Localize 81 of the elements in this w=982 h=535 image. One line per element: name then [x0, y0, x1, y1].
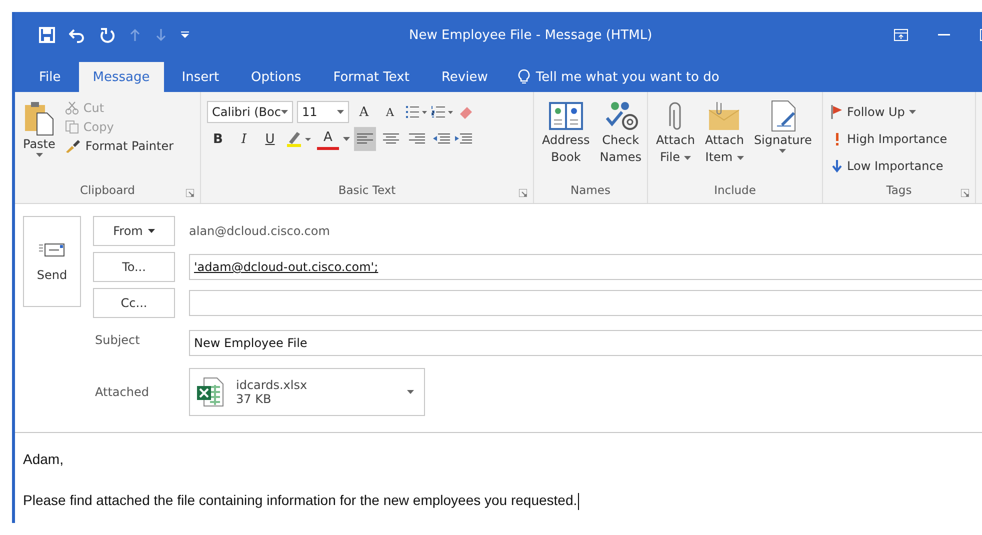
painter-button[interactable]: Format Painter [63, 138, 176, 154]
align-icon [357, 133, 373, 145]
dialog-launcher-icon[interactable] [186, 189, 194, 197]
tell-me-search[interactable]: Tell me what you want to do [536, 70, 720, 84]
underline-button[interactable]: U [259, 127, 281, 151]
italic-button[interactable]: I [233, 127, 255, 151]
save-icon[interactable] [39, 27, 55, 43]
ribbon-tab[interactable]: Options [237, 62, 316, 92]
down-arrow-icon [831, 159, 843, 173]
book-button[interactable]: Address Book [540, 98, 592, 183]
clipboard-icon [23, 100, 56, 136]
signature-button[interactable]: Signature [752, 98, 814, 183]
group-label: Clipboard [79, 183, 136, 199]
caret-icon [407, 390, 414, 394]
dialog-launcher-icon[interactable] [519, 189, 527, 197]
decrease-indent-icon[interactable] [432, 133, 450, 145]
dialog-launcher-icon[interactable] [961, 189, 969, 197]
attachment-size: 37 KB [236, 392, 272, 406]
group-label: Include [713, 183, 757, 199]
lightbulb-icon [518, 69, 530, 85]
bullets-icon[interactable] [405, 105, 427, 119]
from-button[interactable]: From [93, 216, 175, 246]
caret-icon [36, 153, 43, 157]
flag-icon [831, 105, 843, 119]
subject-field[interactable]: New Employee File [189, 330, 982, 356]
bold-button[interactable]: B [207, 127, 229, 151]
copy-icon [65, 120, 80, 134]
window-title: New Employee File - Message (HTML) [409, 28, 654, 42]
envelope-button[interactable]: Attach Item [702, 98, 746, 183]
ribbon-tab[interactable]: Insert [168, 62, 234, 92]
ribbon-tab[interactable]: Review [427, 62, 502, 92]
attachment-name: idcards.xlsx [236, 378, 308, 392]
numbering-icon[interactable] [431, 105, 453, 119]
flag-button[interactable]: Follow Up [829, 100, 950, 124]
font-size-field[interactable]: 11 [297, 101, 349, 123]
attachment-card[interactable]: idcards.xlsx 37 KB [189, 368, 425, 416]
attached-label: Attached [94, 385, 150, 399]
redo-icon[interactable] [99, 27, 115, 43]
send-button[interactable]: Send [23, 216, 81, 307]
cc-button[interactable]: Cc... [93, 288, 175, 318]
align-icon [409, 133, 425, 145]
align-icon [383, 133, 399, 145]
grow-font-button[interactable]: A [353, 100, 375, 124]
spreadsheet-icon [196, 377, 224, 407]
to-field[interactable]: 'adam@dcloud-out.cisco.com'; [189, 254, 982, 280]
ribbon-tab[interactable]: Format Text [319, 62, 424, 92]
low-button[interactable]: Low Importance [829, 154, 950, 178]
message-text[interactable]: Adam, [23, 451, 982, 467]
increase-indent-icon[interactable] [454, 133, 472, 145]
subject-label: Subject [94, 333, 141, 347]
highlighter-icon[interactable] [285, 130, 313, 148]
message-text[interactable]: Please find attached the file containing information for the new employees you requested. [23, 492, 982, 510]
minimize-icon[interactable] [938, 34, 950, 36]
ribbon-display-icon[interactable] [894, 29, 908, 41]
caret-icon [281, 110, 288, 114]
group-label: Tags [885, 183, 913, 199]
font-color-button[interactable]: A [317, 128, 339, 150]
ribbon-tab[interactable]: Message [78, 62, 164, 92]
font-name-field[interactable]: Calibri (Boc [207, 101, 293, 123]
align-button[interactable] [354, 127, 376, 151]
high-button[interactable]: High Importance [829, 127, 950, 151]
from-address: alan@dcloud.cisco.com [189, 224, 331, 238]
cc-field[interactable] [189, 290, 982, 316]
caret-icon [343, 137, 350, 141]
check-button[interactable]: Check Names [598, 98, 644, 183]
group-label: Basic Text [337, 183, 397, 199]
shrink-font-button[interactable]: A [379, 100, 401, 124]
undo-icon[interactable] [69, 27, 85, 43]
paperclip-icon [669, 100, 682, 132]
scissors-icon [65, 101, 80, 115]
caret-icon [337, 110, 344, 114]
envelope-icon [39, 242, 65, 258]
to-button[interactable]: To... [93, 252, 175, 282]
customize-icon[interactable] [181, 31, 189, 39]
group-label: Names [570, 183, 612, 199]
address-book-icon [548, 100, 584, 132]
caret-icon [148, 229, 155, 233]
ribbon-tab[interactable]: File [25, 62, 75, 92]
paintbrush-icon [65, 139, 82, 153]
paste-button[interactable]: Paste [21, 98, 58, 183]
clip-button[interactable]: Attach File [654, 98, 697, 183]
